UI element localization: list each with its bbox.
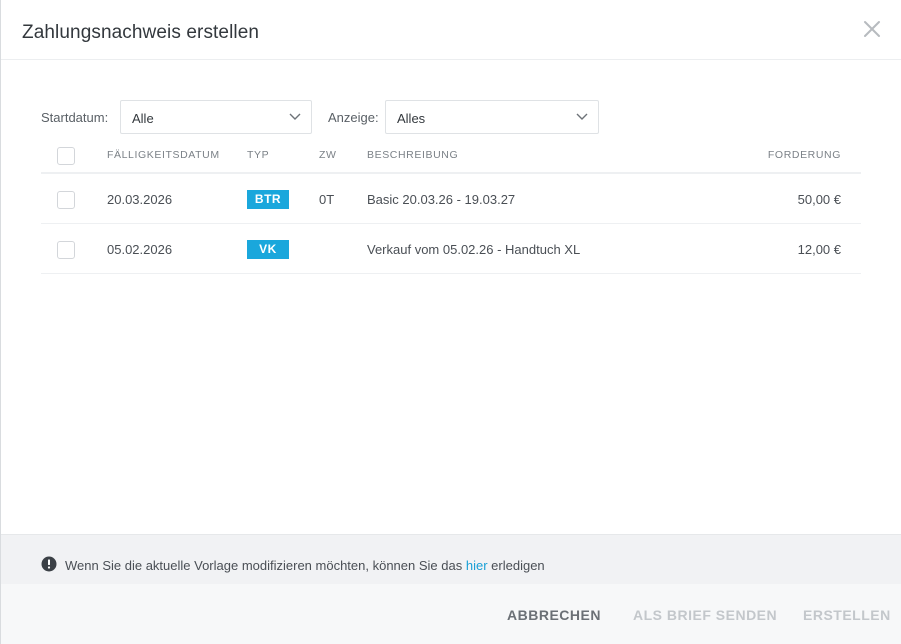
row-description: Verkauf vom 05.02.26 - Handtuch XL	[367, 242, 581, 257]
type-badge: BTR	[247, 190, 289, 209]
notice-text-after: erledigen	[491, 558, 545, 573]
close-icon	[864, 21, 880, 37]
payment-proof-dialog: Zahlungsnachweis erstellen Startdatum: A…	[0, 0, 901, 644]
table-row[interactable]: 20.03.2026 BTR 0T Basic 20.03.26 - 19.03…	[41, 174, 861, 224]
claims-table: FÄLLIGKEITSDATUM TYP ZW BESCHREIBUNG FOR…	[41, 140, 861, 274]
header-zw[interactable]: ZW	[319, 149, 337, 161]
notice-link[interactable]: hier	[466, 558, 488, 573]
type-badge: VK	[247, 240, 289, 259]
row-checkbox[interactable]	[57, 191, 75, 209]
row-zw: 0T	[319, 192, 335, 207]
dialog-title: Zahlungsnachweis erstellen	[22, 22, 260, 43]
start-date-label: Startdatum:	[41, 110, 109, 125]
start-date-select[interactable]: Alle	[120, 100, 312, 134]
filter-bar: Startdatum: Alle Anzeige: Alles	[41, 100, 861, 134]
display-label: Anzeige:	[328, 110, 379, 125]
notice-text: Wenn Sie die aktuelle Vorlage modifizier…	[65, 558, 545, 573]
send-letter-button[interactable]: ALS BRIEF SENDEN	[633, 607, 777, 623]
notice-text-before: Wenn Sie die aktuelle Vorlage modifizier…	[65, 558, 463, 573]
row-due-date: 05.02.2026	[107, 242, 173, 257]
table-header: FÄLLIGKEITSDATUM TYP ZW BESCHREIBUNG FOR…	[41, 140, 861, 174]
close-button[interactable]	[861, 18, 883, 40]
row-amount: 50,00 €	[797, 192, 841, 207]
info-icon	[41, 556, 57, 572]
header-due-date[interactable]: FÄLLIGKEITSDATUM	[107, 149, 220, 161]
display-value: Alles	[397, 111, 426, 126]
dialog-header: Zahlungsnachweis erstellen	[1, 0, 901, 60]
start-date-value: Alle	[132, 111, 154, 126]
row-checkbox[interactable]	[57, 241, 75, 259]
header-type[interactable]: TYP	[247, 149, 269, 161]
display-select[interactable]: Alles	[385, 100, 599, 134]
header-amount[interactable]: FORDERUNG	[768, 149, 841, 161]
row-amount: 12,00 €	[797, 242, 841, 257]
header-description[interactable]: BESCHREIBUNG	[367, 149, 458, 161]
chevron-down-icon	[289, 113, 301, 120]
dialog-footer: ABBRECHEN ALS BRIEF SENDEN ERSTELLEN	[1, 584, 901, 644]
select-all-checkbox[interactable]	[57, 147, 75, 165]
table-row[interactable]: 05.02.2026 VK Verkauf vom 05.02.26 - Han…	[41, 224, 861, 274]
row-due-date: 20.03.2026	[107, 192, 173, 207]
chevron-down-icon	[576, 113, 588, 120]
row-description: Basic 20.03.26 - 19.03.27	[367, 192, 516, 207]
cancel-button[interactable]: ABBRECHEN	[507, 607, 601, 623]
template-notice: Wenn Sie die aktuelle Vorlage modifizier…	[1, 534, 901, 584]
create-button[interactable]: ERSTELLEN	[803, 607, 891, 623]
